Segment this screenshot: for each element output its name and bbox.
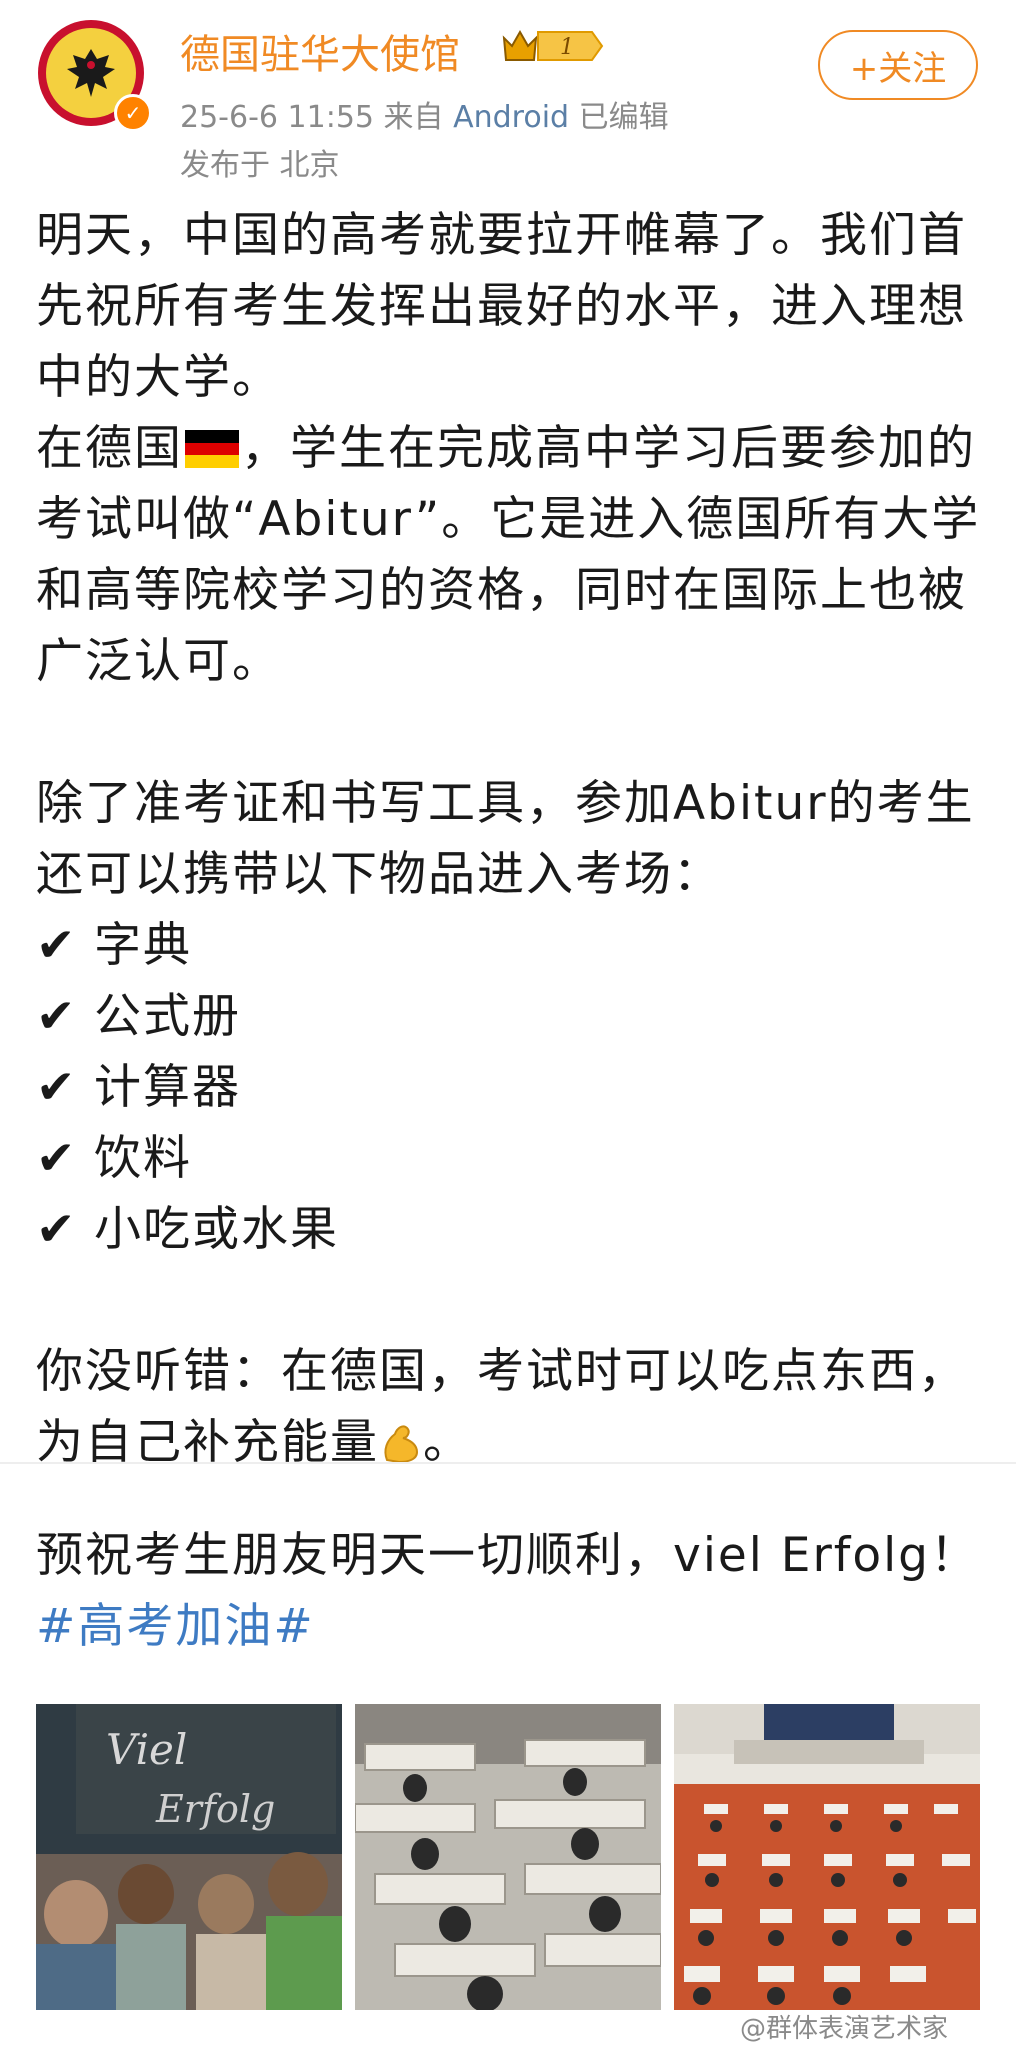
hashtag-link[interactable]: #高考加油# [36,1599,315,1654]
post-source[interactable]: Android [453,100,569,135]
paragraph-intro: 明天，中国的高考就要拉开帷幕了。我们首先祝所有考生发挥出最好的水平，进入理想中的… [36,208,967,405]
follow-button[interactable]: +关注 [818,30,978,100]
closing-text: 预祝考生朋友明天一切顺利，viel Erfolg！ [36,1528,979,1583]
chalk-text: Viel [106,1725,187,1774]
abitur-text-start: 在德国 [36,421,183,476]
level-number: 1 [560,35,574,60]
checkmark-icon: ✔ [36,989,78,1044]
post-body: 明天，中国的高考就要拉开帷幕了。我们首先祝所有考生发挥出最好的水平，进入理想中的… [36,200,986,1479]
paragraph-snacks: 你没听错：在德国，考试时可以吃点东西，为自己补充能量 。 [36,1336,986,1479]
avatar[interactable]: ✓ [38,20,152,132]
check-item: ✔ 计算器 [36,1052,986,1123]
paragraph-items-intro: 除了准考证和书写工具，参加Abitur的考生还可以携带以下物品进入考场： [36,776,975,902]
german-flag-icon [185,430,239,468]
checkmark-icon: ✔ [36,1060,78,1115]
photo-exam-hall[interactable] [355,1704,661,2010]
author-name[interactable]: 德国驻华大使馆 [180,22,460,80]
check-item: ✔ 小吃或水果 [36,1194,986,1265]
watermark: @群体表演艺术家 [740,2014,949,2044]
edited-label[interactable]: 已编辑 [579,100,669,135]
image-grid: Viel Erfolg [36,1704,980,2014]
chalk-text: Erfolg [155,1787,275,1831]
check-item: ✔ 饮料 [36,1123,986,1194]
photo-chalkboard[interactable]: Viel Erfolg [36,1704,342,2010]
post-header: ✓ 德国驻华大使馆 1 25-6-6 11:55 来自 Android 已编辑 … [0,0,1016,190]
crown-icon[interactable]: 1 [500,26,604,66]
check-item: ✔ 公式册 [36,981,986,1052]
post-meta: 25-6-6 11:55 来自 Android 已编辑 [180,92,669,136]
checkmark-icon: ✔ [36,1131,78,1186]
verified-icon: ✓ [114,94,152,132]
post-closing: 预祝考生朋友明天一切顺利，viel Erfolg！ #高考加油# [36,1520,986,1662]
paragraph-abitur: 在德国 ，学生在完成高中学习后要参加的考试叫做“Abitur”。它是进入德国所有大… [36,413,986,697]
from-label: 来自 [383,100,444,135]
post-date: 25-6-6 11:55 [180,100,374,135]
flexed-biceps-icon [379,1408,423,1479]
post-location: 发布于 北京 [180,148,340,183]
checkmark-icon: ✔ [36,918,78,973]
photo-gymnasium[interactable] [674,1704,980,2010]
divider [0,1462,1016,1464]
checkmark-icon: ✔ [36,1202,78,1257]
check-item: ✔ 字典 [36,910,986,981]
